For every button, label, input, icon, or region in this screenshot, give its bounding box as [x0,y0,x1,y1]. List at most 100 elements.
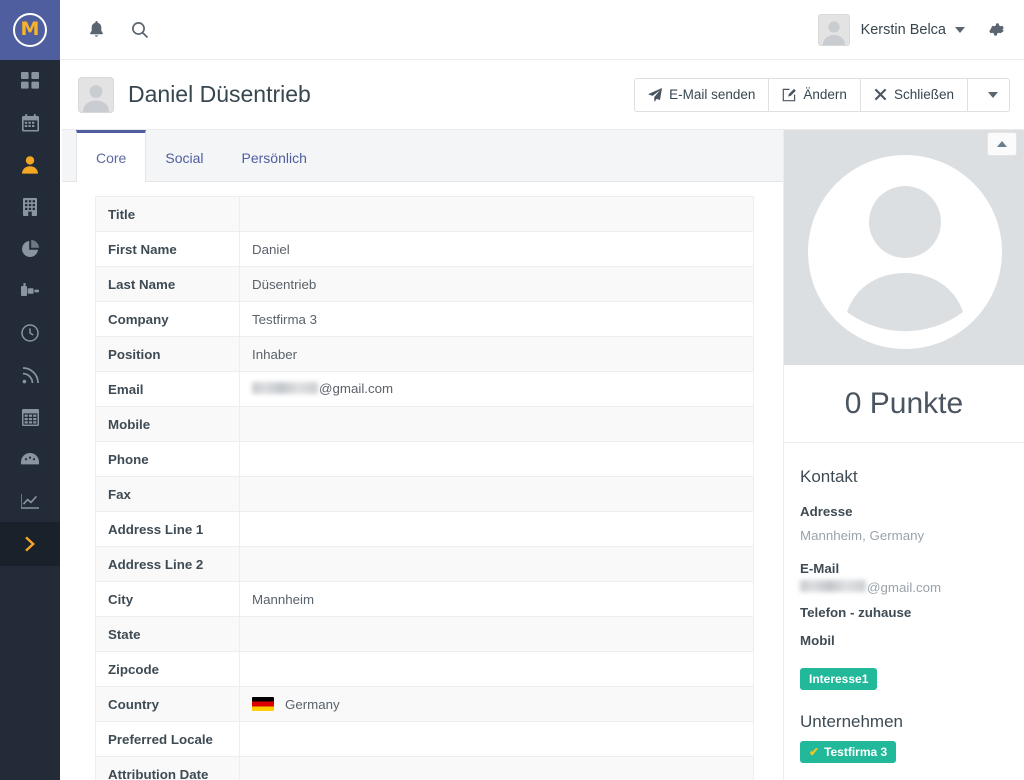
tab-core[interactable]: Core [76,130,147,182]
collapse-panel-button[interactable] [987,132,1017,156]
field-label: Attribution Date [95,756,240,780]
field-value [239,721,754,757]
sidebar-item-reports[interactable] [0,438,60,480]
edit-pencil-icon [782,88,797,102]
table-row: Attribution Date [95,756,754,780]
table-row: City Mannheim [95,581,754,617]
field-value: Mannheim [239,581,754,617]
table-row: First Name Daniel [95,231,754,267]
user-name-label: Kerstin Belca [860,21,946,38]
segment-badge-label: Interesse1 [809,672,869,686]
field-value-country: Germany [239,686,754,722]
tab-persoenlich-label: Persönlich [241,149,307,166]
tab-list: Core Social Persönlich [62,130,783,182]
field-value [239,511,754,547]
redaction-blur [252,382,318,395]
sidebar-item-stats[interactable] [0,480,60,522]
field-label: Preferred Locale [95,721,240,757]
sidebar-item-campaigns[interactable] [0,270,60,312]
field-value [239,441,754,477]
segments-pie-icon [21,240,39,258]
chevron-down-icon[interactable] [955,26,965,33]
sidebar-item-companies[interactable] [0,186,60,228]
contact-info-section: Kontakt Adresse Mannheim, Germany E-Mail… [784,443,1024,763]
user-menu[interactable]: Kerstin Belca [817,0,1024,60]
sidebar-item-forms[interactable] [0,396,60,438]
table-row: State [95,616,754,652]
field-value [239,651,754,687]
core-fields-panel: Title First Name Daniel Last Name Düsent… [62,182,783,780]
sidebar-item-calendar[interactable] [0,102,60,144]
table-row: Fax [95,476,754,512]
table-row: Email @gmail.com [95,371,754,407]
table-row: Zipcode [95,651,754,687]
table-row: Preferred Locale [95,721,754,757]
companies-building-icon [22,198,38,216]
field-value [239,756,754,780]
company-badge-label: Testfirma 3 [824,745,888,759]
action-buttons: E-Mail senden Ändern Schließen [634,77,1010,112]
page-title: Daniel Düsentrieb [128,81,311,107]
table-row: Company Testfirma 3 [95,301,754,337]
redaction-blur [800,580,866,592]
field-label: Last Name [95,266,240,302]
companies-section-heading: Unternehmen [800,712,904,731]
chevron-right-icon [24,535,36,553]
edit-label: Ändern [803,87,847,102]
field-label: Phone [95,441,240,477]
left-sidebar [0,60,60,780]
sidebar-item-channels[interactable] [0,354,60,396]
sidebar-item-points[interactable] [0,312,60,354]
app-logo[interactable]: M [0,0,60,60]
segment-badge[interactable]: Interesse1 [800,668,878,690]
forms-grid-icon [21,408,39,426]
sidebar-expand-button[interactable] [0,522,60,566]
paper-plane-icon [648,87,663,102]
send-email-button[interactable]: E-Mail senden [634,77,769,112]
field-label: Address Line 2 [95,546,240,582]
field-label: Address Line 1 [95,511,240,547]
field-value [239,546,754,582]
field-label: Country [95,686,240,722]
table-row: Mobile [95,406,754,442]
points-clock-icon [21,324,39,342]
germany-flag-icon [252,696,274,711]
bell-icon[interactable] [74,0,118,60]
caret-up-icon [997,141,1007,147]
search-icon[interactable] [118,0,162,60]
contacts-person-icon [22,156,38,174]
avatar [817,13,850,46]
send-email-label: E-Mail senden [669,87,756,102]
contact-avatar [78,76,114,113]
close-button[interactable]: Schließen [859,77,967,112]
field-value [239,616,754,652]
contact-side-panel: 0 Punkte Kontakt Adresse Mannheim, Germa… [783,130,1024,780]
contact-fields-body: Title First Name Daniel Last Name Düsent… [95,196,754,780]
company-badge[interactable]: ✔ Testfirma 3 [800,741,897,763]
tab-persoenlich[interactable]: Persönlich [223,130,326,182]
sidebar-item-segments[interactable] [0,228,60,270]
tab-social[interactable]: Social [146,130,222,182]
close-label: Schließen [893,87,954,102]
contact-avatar-large [784,130,1024,365]
page-header: Daniel Düsentrieb E-Mail senden Ändern S… [62,60,1024,130]
sidebar-item-contacts[interactable] [0,144,60,186]
top-bar: M Kerstin Belca [0,0,1024,60]
points-value: 0 Punkte [784,365,1024,443]
table-row: Address Line 1 [95,511,754,547]
field-label: Mobile [95,406,240,442]
email-label: E-Mail [800,561,840,576]
email-value: @gmail.com [800,580,1008,595]
table-row: Position Inhaber [95,336,754,372]
gear-icon[interactable] [987,20,1006,39]
edit-button[interactable]: Ändern [768,77,860,112]
more-actions-button[interactable] [967,77,1010,112]
segments-list: Interesse1 [800,668,1008,690]
field-label: Fax [95,476,240,512]
country-name: Germany [285,696,340,712]
sidebar-item-dashboard[interactable] [0,60,60,102]
field-label: Position [95,336,240,372]
field-value [239,476,754,512]
field-value: Düsentrieb [239,266,754,302]
table-row: Phone [95,441,754,477]
